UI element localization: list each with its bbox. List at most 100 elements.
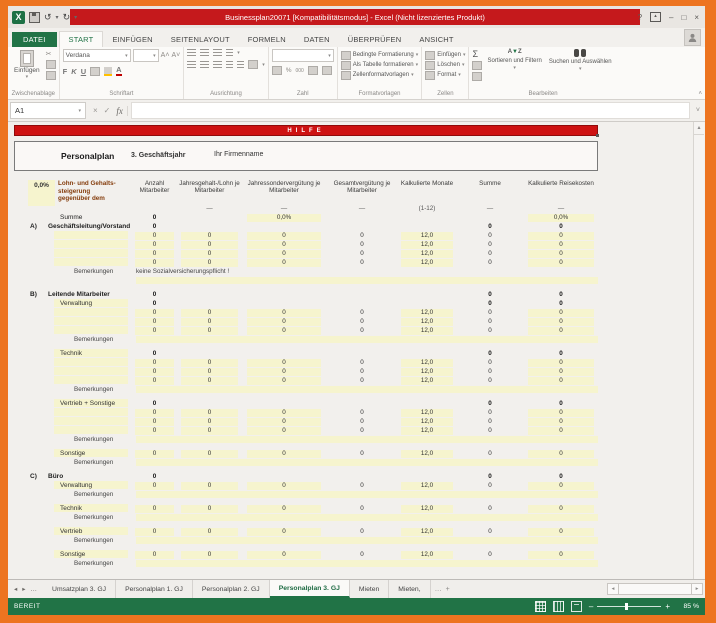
- delete-cells-button[interactable]: Löschen▾: [425, 61, 465, 70]
- cell[interactable]: [456, 213, 524, 222]
- number-format-select[interactable]: ▾: [272, 49, 334, 62]
- cell[interactable]: 0: [524, 426, 598, 435]
- cell[interactable]: 0: [524, 317, 598, 326]
- ribbon-tab-einfügen[interactable]: EINFÜGEN: [103, 32, 161, 47]
- formula-input[interactable]: [131, 102, 690, 119]
- cell[interactable]: 0: [132, 317, 177, 326]
- cell[interactable]: 0: [524, 449, 598, 458]
- cell[interactable]: 0,0%: [524, 213, 598, 222]
- add-sheet-button[interactable]: +: [446, 586, 450, 593]
- minimize-button[interactable]: –: [669, 13, 673, 22]
- cell[interactable]: 0: [456, 550, 524, 559]
- cell[interactable]: [177, 399, 242, 408]
- cell[interactable]: 0: [326, 326, 398, 335]
- cell[interactable]: 12,0: [398, 527, 456, 536]
- cell[interactable]: 0: [242, 417, 326, 426]
- sheet-tab-personalplan-2-gj[interactable]: Personalplan 2. GJ: [193, 580, 270, 598]
- cell[interactable]: 0: [326, 417, 398, 426]
- cell[interactable]: 0: [456, 417, 524, 426]
- cell[interactable]: 0: [524, 481, 598, 490]
- cell[interactable]: 12,0: [398, 408, 456, 417]
- cell[interactable]: 0: [177, 249, 242, 258]
- name-box[interactable]: A1▾: [10, 102, 86, 119]
- percent-format-icon[interactable]: %: [286, 67, 292, 74]
- qat-customize-icon[interactable]: ▾: [74, 14, 77, 21]
- remark-input-strip[interactable]: [136, 560, 598, 567]
- cell[interactable]: [177, 349, 242, 358]
- cell[interactable]: 0: [132, 504, 177, 513]
- sort-filter-button[interactable]: A▼Z Sortieren und Filtern ▾: [485, 49, 543, 72]
- cell[interactable]: 0: [132, 399, 177, 408]
- cell[interactable]: [177, 299, 242, 308]
- shrink-font-icon[interactable]: A˅: [171, 52, 180, 59]
- cell[interactable]: 12,0: [398, 317, 456, 326]
- cell[interactable]: 0: [456, 504, 524, 513]
- cell[interactable]: [177, 472, 242, 481]
- close-button[interactable]: ×: [694, 13, 699, 22]
- remark-input-strip[interactable]: [136, 459, 598, 466]
- format-as-table-button[interactable]: Als Tabelle formatieren▾: [341, 61, 419, 70]
- cell[interactable]: 0: [177, 417, 242, 426]
- insert-function-icon[interactable]: fx: [116, 106, 123, 116]
- ribbon-tab-überprüfen[interactable]: ÜBERPRÜFEN: [339, 32, 411, 47]
- collapse-ribbon-icon[interactable]: ˄: [698, 91, 702, 97]
- autosum-icon[interactable]: Σ: [472, 50, 482, 59]
- scroll-left-icon[interactable]: ◂: [607, 583, 619, 595]
- cell[interactable]: 0: [242, 240, 326, 249]
- category-label[interactable]: Verwaltung: [54, 299, 128, 307]
- cell[interactable]: 0: [326, 481, 398, 490]
- cell[interactable]: 0: [326, 258, 398, 267]
- remark-input-strip[interactable]: [136, 514, 598, 521]
- cell[interactable]: 0: [456, 408, 524, 417]
- save-icon[interactable]: [29, 12, 40, 23]
- cell[interactable]: 0: [524, 326, 598, 335]
- cell[interactable]: [177, 290, 242, 299]
- cell[interactable]: 0: [242, 426, 326, 435]
- sheet-tab-mieten[interactable]: Mieten: [350, 580, 389, 598]
- cell[interactable]: 0: [132, 240, 177, 249]
- align-center-icon[interactable]: [200, 61, 209, 68]
- category-label[interactable]: Verwaltung: [54, 481, 128, 489]
- fill-icon[interactable]: [472, 61, 482, 70]
- cell[interactable]: 12,0: [398, 481, 456, 490]
- cell[interactable]: 0: [456, 376, 524, 385]
- cell-styles-button[interactable]: Zellenformatvorlagen▾: [341, 71, 419, 80]
- cell[interactable]: [242, 222, 326, 231]
- cell[interactable]: 0: [177, 358, 242, 367]
- cell[interactable]: 0: [177, 408, 242, 417]
- cell[interactable]: 0: [326, 308, 398, 317]
- page-break-view-icon[interactable]: [571, 601, 582, 612]
- cell[interactable]: 0: [242, 367, 326, 376]
- cell[interactable]: 12,0: [398, 550, 456, 559]
- expand-formula-bar-icon[interactable]: ˅: [693, 107, 703, 114]
- cell[interactable]: 0: [524, 399, 598, 408]
- cell[interactable]: [326, 472, 398, 481]
- cell[interactable]: 0: [242, 258, 326, 267]
- cell[interactable]: 0: [456, 290, 524, 299]
- format-painter-icon[interactable]: [46, 71, 56, 80]
- cell[interactable]: 0: [456, 231, 524, 240]
- maximize-button[interactable]: □: [681, 13, 686, 22]
- cell[interactable]: 0: [177, 376, 242, 385]
- remark-input-strip[interactable]: [136, 436, 598, 443]
- enter-icon[interactable]: ✓: [104, 106, 111, 115]
- cell[interactable]: 0: [132, 349, 177, 358]
- sheet-tab-mieten-[interactable]: Mieten,: [389, 580, 430, 598]
- merge-center-icon[interactable]: [248, 60, 258, 69]
- cell[interactable]: [398, 222, 456, 231]
- cell[interactable]: 0: [242, 504, 326, 513]
- ribbon-tab-formeln[interactable]: FORMELN: [239, 32, 295, 47]
- cell[interactable]: 0: [242, 449, 326, 458]
- cell[interactable]: 0: [524, 504, 598, 513]
- cell[interactable]: 0: [132, 449, 177, 458]
- cell[interactable]: 0: [326, 240, 398, 249]
- cell[interactable]: 0: [326, 550, 398, 559]
- category-label[interactable]: Vertrieb: [54, 527, 128, 535]
- page-layout-view-icon[interactable]: [553, 601, 564, 612]
- cell[interactable]: 0: [524, 308, 598, 317]
- sheet-nav-prev-icon[interactable]: ◂: [14, 585, 17, 593]
- ribbon-tab-datei[interactable]: DATEI: [12, 32, 57, 47]
- cell[interactable]: 0: [456, 527, 524, 536]
- decrease-indent-icon[interactable]: [226, 61, 233, 68]
- cell[interactable]: 0: [456, 308, 524, 317]
